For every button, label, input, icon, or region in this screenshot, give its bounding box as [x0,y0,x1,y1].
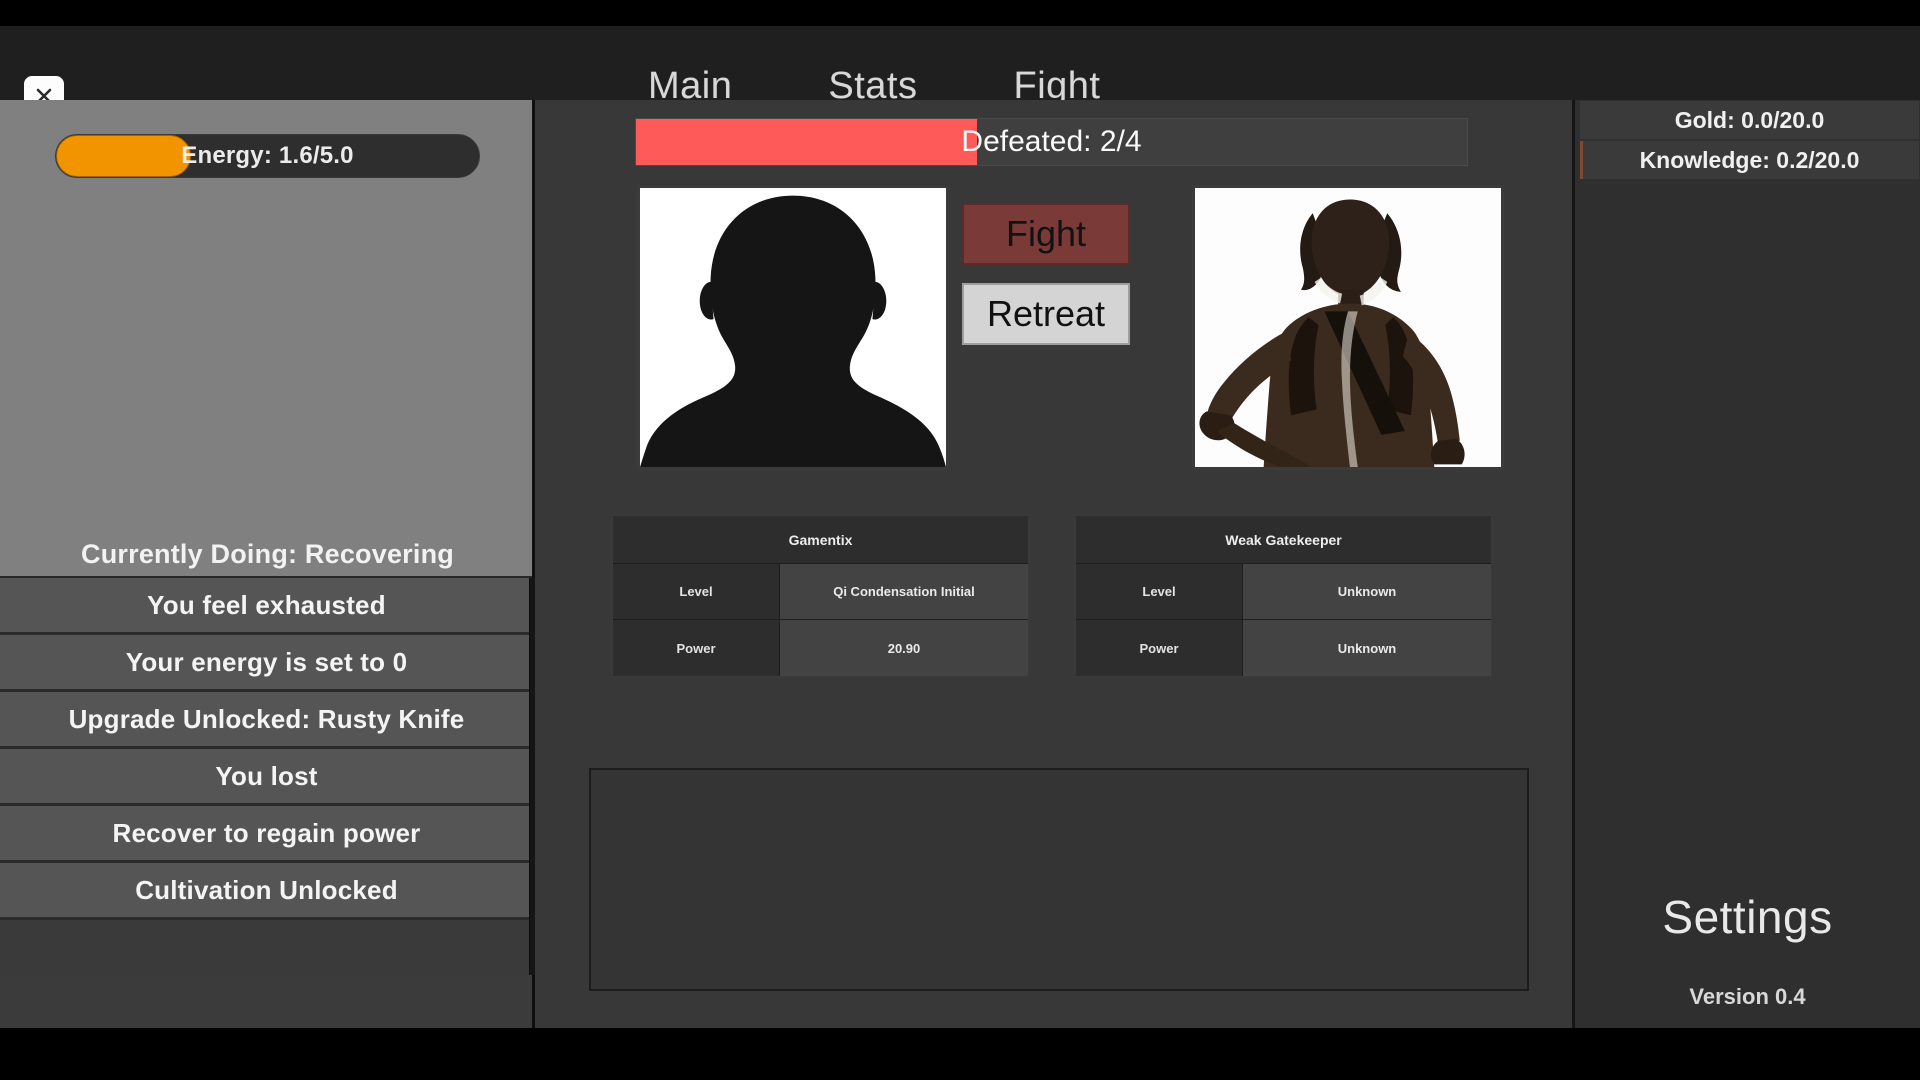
main-content: Defeated: 2/4 Fight Retreat Gamentix Lev… [535,100,1575,1028]
activity-log-list: You feel exhausted Your energy is set to… [0,576,535,1028]
battle-actions: Fight Retreat [962,203,1130,345]
left-sidebar: Energy: 1.6/5.0 Currently Doing: Recover… [0,100,535,1028]
settings-button[interactable]: Settings [1575,890,1920,944]
enemy-name: Weak Gatekeeper [1076,516,1491,564]
knowledge-resource-bar: Knowledge: 0.2/20.0 [1579,140,1920,180]
player-portrait [637,185,949,470]
gold-resource-bar: Gold: 0.0/20.0 [1579,100,1920,140]
list-item: You lost [0,749,533,806]
list-item: Recover to regain power [0,806,533,863]
stat-value: Unknown [1243,564,1491,619]
version-label: Version 0.4 [1689,984,1806,1009]
battle-log-box [589,768,1529,991]
stat-key: Level [1076,564,1243,619]
knowledge-resource-label: Knowledge: 0.2/20.0 [1639,146,1860,173]
game-window: Main Stats Fight Energy: 1.6/5.0 Current… [0,0,1920,1080]
list-item: Upgrade Unlocked: Rusty Knife [0,692,533,749]
player-silhouette-icon [640,188,946,467]
retreat-button[interactable]: Retreat [962,283,1130,345]
fight-button[interactable]: Fight [962,203,1130,265]
enemy-stats-table: Weak Gatekeeper Level Unknown Power Unkn… [1075,515,1492,677]
top-bar: Main Stats Fight [0,26,1920,116]
defeated-progress-label: Defeated: 2/4 [961,125,1142,158]
table-row: Power Unknown [1076,620,1491,676]
player-name: Gamentix [613,516,1028,564]
table-row: Level Unknown [1076,564,1491,620]
table-row: Level Qi Condensation Initial [613,564,1028,620]
activity-log-empty-area [0,975,533,1028]
letterbox-bottom [0,1028,1920,1080]
gold-resource-label: Gold: 0.0/20.0 [1674,106,1825,133]
letterbox-top [0,0,1920,26]
right-sidebar: Gold: 0.0/20.0 Knowledge: 0.2/20.0 Setti… [1575,100,1920,1028]
list-item: You feel exhausted [0,578,533,635]
energy-bar: Energy: 1.6/5.0 [55,134,480,178]
stat-key: Power [1076,620,1243,676]
stat-key: Level [613,564,780,619]
stat-value: Unknown [1243,620,1491,676]
list-item: Cultivation Unlocked [0,863,533,920]
energy-bar-label: Energy: 1.6/5.0 [181,142,354,169]
table-row: Power 20.90 [613,620,1028,676]
current-activity-label: Currently Doing: Recovering [81,539,454,569]
enemy-portrait [1192,185,1504,470]
stat-value: Qi Condensation Initial [780,564,1028,619]
player-stats-table: Gamentix Level Qi Condensation Initial P… [612,515,1029,677]
enemy-silhouette-icon [1195,188,1501,467]
defeated-progress-bar: Defeated: 2/4 [635,118,1468,166]
stat-value: 20.90 [780,620,1028,676]
list-item: Your energy is set to 0 [0,635,533,692]
stat-key: Power [613,620,780,676]
activity-log-scrollbar[interactable] [529,578,535,975]
